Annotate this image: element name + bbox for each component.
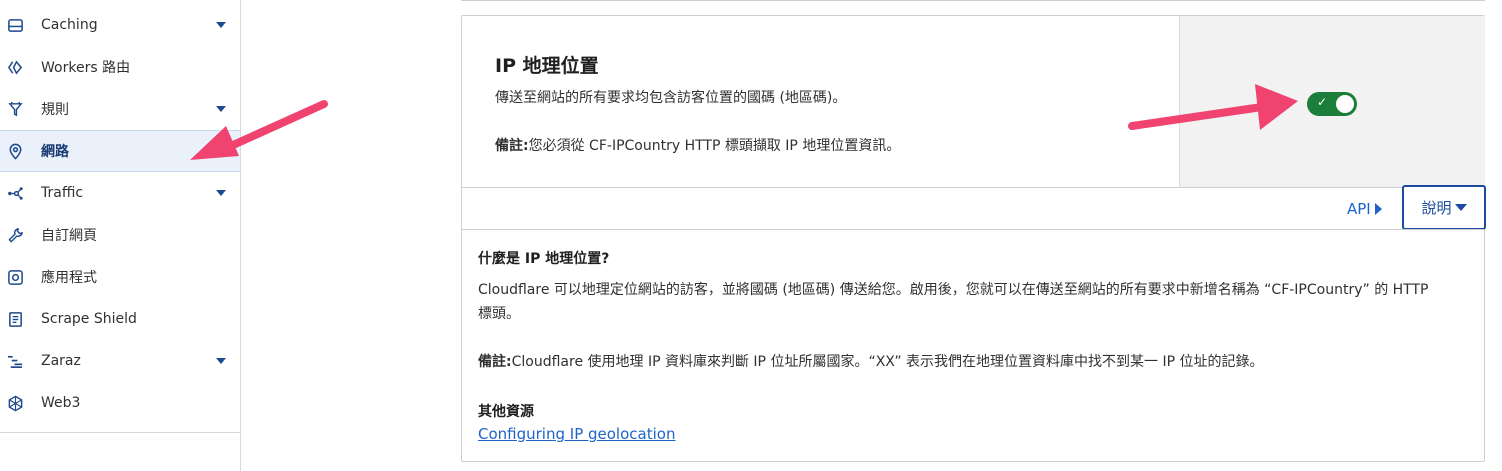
sidebar-item-label: Traffic [41,185,84,201]
configuring-ip-geolocation-link[interactable]: Configuring IP geolocation [478,425,675,443]
location-pin-icon [6,142,24,160]
sidebar-item-network[interactable]: 網路 [0,130,240,172]
toggle-knob [1336,95,1354,113]
zaraz-icon [6,352,24,370]
chevron-down-icon [216,106,226,112]
previous-card-border [461,0,1485,1]
ip-geolocation-card: IP 地理位置 傳送至網站的所有要求均包含訪客位置的國碼 (地區碼)。 備註:您… [461,15,1486,462]
card-note: 備註:您必須從 CF-IPCountry HTTP 標頭擷取 IP 地理位置資訊… [495,135,900,155]
resources-heading: 其他資源 [478,404,534,420]
card-divider [462,187,1484,188]
sidebar-item-label: 自訂網頁 [41,228,97,244]
api-link[interactable]: API [1347,200,1382,218]
sidebar-item-label: Zaraz [41,353,81,369]
sidebar-item-web3[interactable]: Web3 [0,382,240,424]
ip-geolocation-toggle[interactable]: ✓ [1307,92,1357,116]
sidebar-item-caching[interactable]: Caching [0,4,240,46]
sidebar-item-traffic[interactable]: Traffic [0,172,240,214]
help-divider [462,229,1484,230]
hard-drive-icon [6,16,24,34]
apps-icon [6,268,24,286]
sidebar-item-label: 網路 [41,144,69,160]
sidebar-item-label: 規則 [41,102,69,118]
sidebar-item-zaraz[interactable]: Zaraz [0,340,240,382]
sidebar-item-label: Scrape Shield [41,311,137,327]
funnel-rules-icon [6,100,24,118]
card-title: IP 地理位置 [495,55,599,77]
sidebar-item-workers-routes[interactable]: Workers 路由 [0,46,240,88]
help-button[interactable]: 說明 [1402,185,1486,230]
chevron-down-icon [216,22,226,28]
web3-icon [6,394,24,412]
sidebar-item-rules[interactable]: 規則 [0,88,240,130]
help-button-label: 說明 [1421,199,1452,217]
sidebar-divider [0,432,240,433]
wrench-icon [6,226,24,244]
sidebar-item-label: Workers 路由 [41,60,131,76]
sidebar-item-label: 應用程式 [41,270,97,286]
caret-down-icon [1454,204,1467,211]
help-note: 備註:Cloudflare 使用地理 IP 資料庫來判斷 IP 位址所屬國家。“… [478,351,1264,371]
help-note-label: 備註: [478,354,512,370]
caret-right-icon [1374,203,1382,215]
checkmark-icon: ✓ [1317,95,1328,109]
traffic-network-icon [6,184,24,202]
document-icon [6,310,24,328]
help-note-text: Cloudflare 使用地理 IP 資料庫來判斷 IP 位址所屬國家。“XX”… [511,354,1264,370]
sidebar-item-apps[interactable]: 應用程式 [0,256,240,298]
sidebar: Caching Workers 路由 規則 網路 Traffic 自訂網頁 應用… [0,0,241,471]
workers-icon [6,58,24,76]
chevron-down-icon [216,190,226,196]
chevron-down-icon [216,358,226,364]
card-note-label: 備註: [495,138,529,154]
card-note-text: 您必須從 CF-IPCountry HTTP 標頭擷取 IP 地理位置資訊。 [528,138,901,154]
help-body: Cloudflare 可以地理定位網站的訪客，並將國碼 (地區碼) 傳送給您。啟… [478,282,1429,322]
sidebar-item-scrape-shield[interactable]: Scrape Shield [0,298,240,340]
sidebar-item-label: Web3 [41,395,81,411]
card-content: IP 地理位置 傳送至網站的所有要求均包含訪客位置的國碼 (地區碼)。 備註:您… [462,16,1179,187]
help-heading: 什麼是 IP 地理位置? [478,251,610,267]
card-description: 傳送至網站的所有要求均包含訪客位置的國碼 (地區碼)。 [495,90,847,106]
sidebar-item-custom-pages[interactable]: 自訂網頁 [0,214,240,256]
api-label: API [1347,200,1371,218]
sidebar-item-label: Caching [41,17,98,33]
